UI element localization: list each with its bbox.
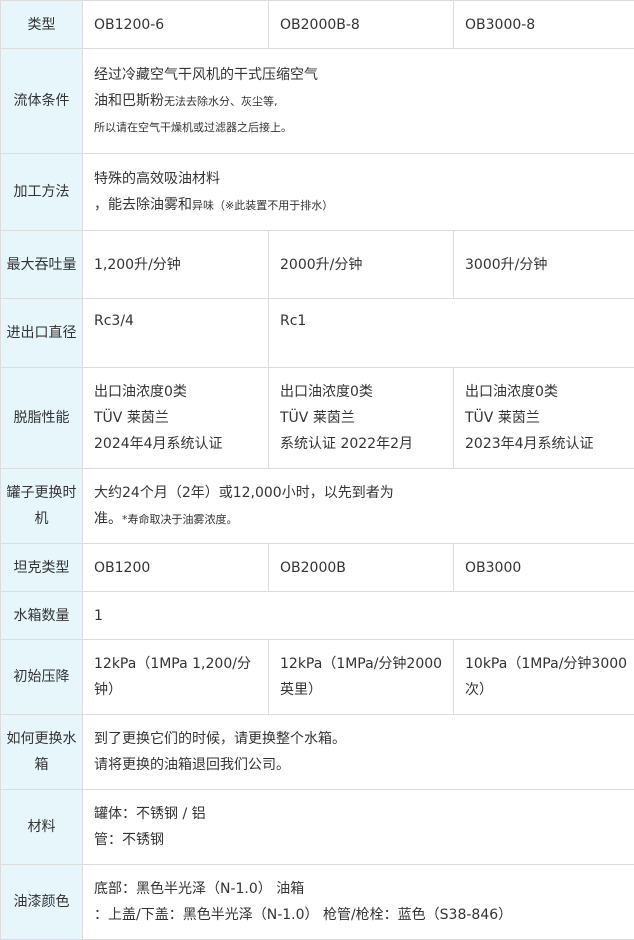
replace-time-line-2: 准。*寿命取决于油雾浓度。 <box>94 506 634 533</box>
header-method: 加工方法 <box>1 154 83 231</box>
header-port: 进出口直径 <box>1 299 83 368</box>
header-material: 材料 <box>1 790 83 865</box>
row-tank-type: 坦克类型 OB1200 OB2000B OB3000 <box>1 544 634 592</box>
degrease-cell-3: 出口油浓度0类 TÜV 莱茵兰 2023年4月系统认证 <box>454 368 634 469</box>
tank-count-value: 1 <box>83 592 634 640</box>
fluid-line-2: 油和巴斯粉无法去除水分、灰尘等, <box>94 88 634 115</box>
degrease-cell-2: 出口油浓度0类 TÜV 莱茵兰 系统认证 2022年2月 <box>269 368 454 469</box>
header-tank-count: 水箱数量 <box>1 592 83 640</box>
spec-table: 类型 OB1200-6 OB2000B-8 OB3000-8 流体条件 经过冷藏… <box>0 0 634 940</box>
throughput-3: 3000升/分钟 <box>454 231 634 299</box>
port-2: Rc1 <box>269 299 634 368</box>
row-tank-count: 水箱数量 1 <box>1 592 634 640</box>
row-material: 材料 罐体：不锈钢 / 铝 管：不锈钢 <box>1 790 634 865</box>
material-line-2: 管：不锈钢 <box>94 827 634 853</box>
row-method: 加工方法 特殊的高效吸油材料 ，能去除油雾和异味（※此装置不用于排水） <box>1 154 634 231</box>
paint-line-2: ：上盖/下盖：黑色半光泽（N-1.0） 枪管/枪栓：蓝色（S38-846） <box>94 902 634 928</box>
degrease-2-line-3: 系统认证 2022年2月 <box>280 431 453 457</box>
row-how-replace: 如何更换水箱 到了更换它们的时候，请更换整个水箱。 请将更换的油箱退回我们公司。 <box>1 715 634 790</box>
row-throughput: 最大吞吐量 1,200升/分钟 2000升/分钟 3000升/分钟 <box>1 231 634 299</box>
degrease-3-line-2: TÜV 莱茵兰 <box>465 405 634 431</box>
row-degrease: 脱脂性能 出口油浓度0类 TÜV 莱茵兰 2024年4月系统认证 出口油浓度0类… <box>1 368 634 469</box>
header-degrease: 脱脂性能 <box>1 368 83 469</box>
row-paint: 油漆颜色 底部：黑色半光泽（N-1.0） 油箱 ：上盖/下盖：黑色半光泽（N-1… <box>1 865 634 940</box>
replace-time-line-1: 大约24个月（2年）或12,000小时，以先到者为 <box>94 480 634 506</box>
pressure-drop-3: 10kPa（1MPa/分钟3000次） <box>454 640 634 715</box>
method-line-1: 特殊的高效吸油材料 <box>94 166 634 192</box>
port-1: Rc3/4 <box>83 299 269 368</box>
header-paint: 油漆颜色 <box>1 865 83 940</box>
degrease-3-line-1: 出口油浓度0类 <box>465 379 634 405</box>
tank-type-1: OB1200 <box>83 544 269 592</box>
header-replace-time: 罐子更换时机 <box>1 469 83 544</box>
row-port: 进出口直径 Rc3/4 Rc1 <box>1 299 634 368</box>
row-replace-time: 罐子更换时机 大约24个月（2年）或12,000小时，以先到者为 准。*寿命取决… <box>1 469 634 544</box>
fluid-line-1: 经过冷藏空气干风机的干式压缩空气 <box>94 62 634 88</box>
how-replace-line-2: 请将更换的油箱退回我们公司。 <box>94 752 634 778</box>
throughput-1: 1,200升/分钟 <box>83 231 269 299</box>
degrease-3-line-3: 2023年4月系统认证 <box>465 431 634 457</box>
header-pressure-drop: 初始压降 <box>1 640 83 715</box>
header-fluid: 流体条件 <box>1 49 83 154</box>
method-line-2: ，能去除油雾和异味（※此装置不用于排水） <box>94 192 634 219</box>
row-fluid: 流体条件 经过冷藏空气干风机的干式压缩空气 油和巴斯粉无法去除水分、灰尘等, 所… <box>1 49 634 154</box>
degrease-1-line-2: TÜV 莱茵兰 <box>94 405 268 431</box>
model-3: OB3000-8 <box>454 1 634 49</box>
fluid-line-2-note: 无法去除水分、灰尘等, <box>164 95 278 108</box>
model-2: OB2000B-8 <box>269 1 454 49</box>
header-throughput: 最大吞吐量 <box>1 231 83 299</box>
model-1: OB1200-6 <box>83 1 269 49</box>
pressure-drop-2: 12kPa（1MPa/分钟2000英里） <box>269 640 454 715</box>
replace-time-cell: 大约24个月（2年）或12,000小时，以先到者为 准。*寿命取决于油雾浓度。 <box>83 469 634 544</box>
fluid-cell: 经过冷藏空气干风机的干式压缩空气 油和巴斯粉无法去除水分、灰尘等, 所以请在空气… <box>83 49 634 154</box>
header-how-replace: 如何更换水箱 <box>1 715 83 790</box>
tank-type-3: OB3000 <box>454 544 634 592</box>
method-line-2-note: 异味（※此装置不用于排水） <box>192 199 333 212</box>
degrease-2-line-1: 出口油浓度0类 <box>280 379 453 405</box>
how-replace-line-1: 到了更换它们的时候，请更换整个水箱。 <box>94 726 634 752</box>
header-type: 类型 <box>1 1 83 49</box>
material-cell: 罐体：不锈钢 / 铝 管：不锈钢 <box>83 790 634 865</box>
header-tank-type: 坦克类型 <box>1 544 83 592</box>
tank-type-2: OB2000B <box>269 544 454 592</box>
throughput-2: 2000升/分钟 <box>269 231 454 299</box>
fluid-line-2-main: 油和巴斯粉 <box>94 93 164 109</box>
degrease-1-line-1: 出口油浓度0类 <box>94 379 268 405</box>
paint-line-1: 底部：黑色半光泽（N-1.0） 油箱 <box>94 876 634 902</box>
row-type: 类型 OB1200-6 OB2000B-8 OB3000-8 <box>1 1 634 49</box>
material-line-1: 罐体：不锈钢 / 铝 <box>94 801 634 827</box>
method-cell: 特殊的高效吸油材料 ，能去除油雾和异味（※此装置不用于排水） <box>83 154 634 231</box>
how-replace-cell: 到了更换它们的时候，请更换整个水箱。 请将更换的油箱退回我们公司。 <box>83 715 634 790</box>
row-pressure-drop: 初始压降 12kPa（1MPa 1,200/分钟） 12kPa（1MPa/分钟2… <box>1 640 634 715</box>
fluid-line-3: 所以请在空气干燥机或过滤器之后接上。 <box>94 115 634 141</box>
paint-cell: 底部：黑色半光泽（N-1.0） 油箱 ：上盖/下盖：黑色半光泽（N-1.0） 枪… <box>83 865 634 940</box>
pressure-drop-1: 12kPa（1MPa 1,200/分钟） <box>83 640 269 715</box>
degrease-1-line-3: 2024年4月系统认证 <box>94 431 268 457</box>
replace-time-line-2-note: *寿命取决于油雾浓度。 <box>122 513 238 526</box>
method-line-2-main: ，能去除油雾和 <box>94 197 192 213</box>
replace-time-line-2-main: 准。 <box>94 511 122 527</box>
degrease-2-line-2: TÜV 莱茵兰 <box>280 405 453 431</box>
degrease-cell-1: 出口油浓度0类 TÜV 莱茵兰 2024年4月系统认证 <box>83 368 269 469</box>
